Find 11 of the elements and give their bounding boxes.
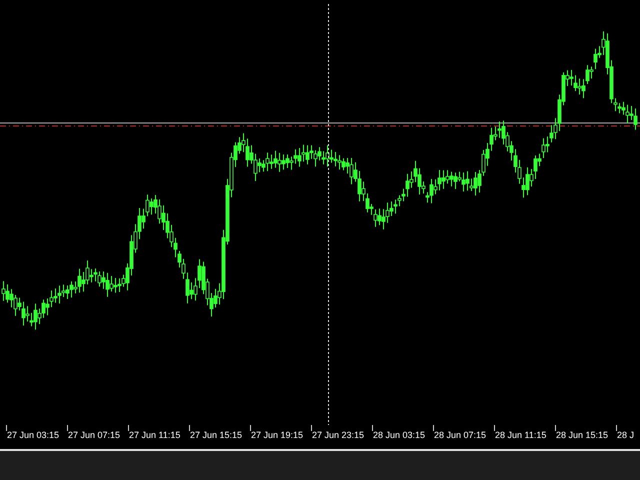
time-label: 28 Jun 11:15 xyxy=(495,430,546,440)
time-label: 27 Jun 07:15 xyxy=(68,430,120,440)
time-label: 28 Jun 15:15 xyxy=(556,430,608,440)
time-label: 27 Jun 03:15 xyxy=(7,430,60,440)
time-label: 28 Jun 07:15 xyxy=(434,430,486,440)
time-label: 27 Jun 19:15 xyxy=(251,430,304,440)
time-label: 28 Jun 03:15 xyxy=(373,430,426,440)
time-label: 28 J xyxy=(617,430,634,440)
time-label: 27 Jun 23:15 xyxy=(312,430,364,440)
time-label: 27 Jun 15:15 xyxy=(190,430,242,440)
time-label: 27 Jun 11:15 xyxy=(129,430,180,440)
